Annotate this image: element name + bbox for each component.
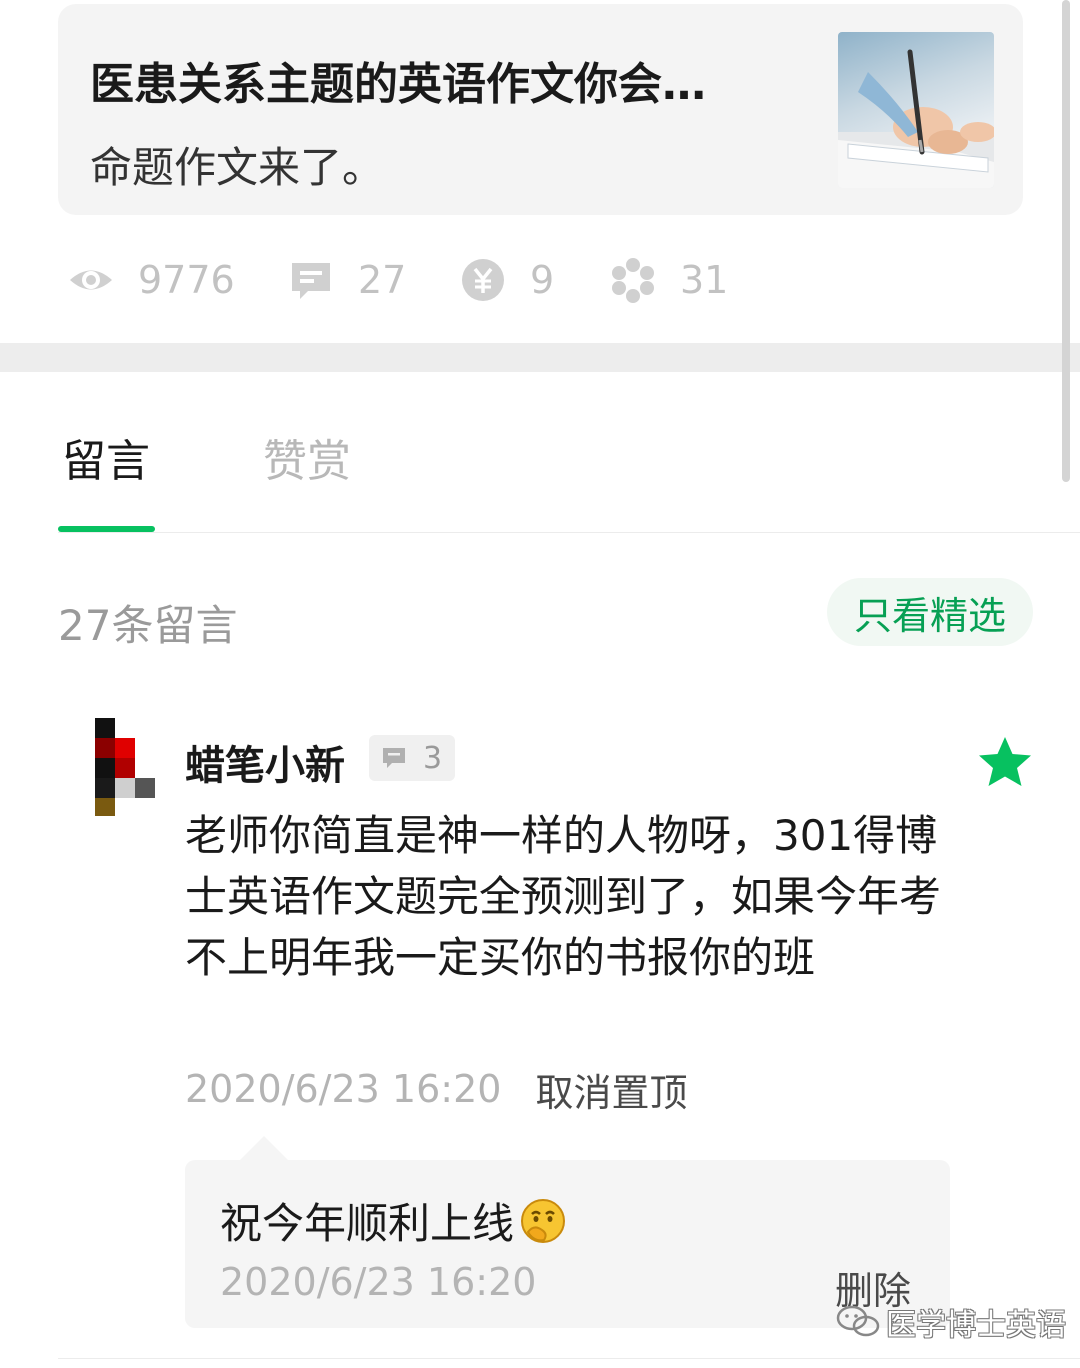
thinking-face-emoji: [521, 1198, 566, 1243]
reply-timestamp: 2020/6/23 16:20: [220, 1260, 537, 1304]
comment-timestamp: 2020/6/23 16:20: [185, 1067, 502, 1111]
comment-count-label: 27条留言: [58, 601, 238, 650]
watermark: 医学博士英语: [836, 1298, 1066, 1346]
tab-rewards[interactable]: 赞赏: [263, 425, 351, 489]
reply-icon: [383, 748, 405, 768]
tab-comments[interactable]: 留言: [62, 425, 150, 489]
section-divider-band: [0, 343, 1080, 372]
views-stat: 9776: [68, 250, 235, 310]
views-count: 9776: [138, 258, 235, 302]
reply-count-badge[interactable]: 3: [369, 735, 455, 781]
yuan-coin-icon: [462, 259, 504, 301]
article-thumbnail: [838, 32, 994, 188]
reply-bubble-pointer: [240, 1136, 288, 1160]
article-subtitle: 命题作文来了。: [90, 143, 385, 192]
star-icon[interactable]: [976, 734, 1034, 792]
comments-count: 27: [358, 258, 407, 302]
rewards-count: 9: [530, 258, 555, 302]
article-card[interactable]: 医患关系主题的英语作文你会… 命题作文来了。: [58, 4, 1023, 215]
comment-meta: 2020/6/23 16:20 取消置顶: [185, 1062, 687, 1117]
watermark-text: 医学博士英语: [886, 1308, 1066, 1343]
likes-stat[interactable]: 31: [610, 250, 728, 310]
flower-wow-icon: [612, 258, 654, 303]
avatar[interactable]: [95, 718, 155, 816]
rewards-stat[interactable]: 9: [460, 250, 554, 310]
eye-icon: [70, 270, 112, 290]
wechat-icon: [836, 1305, 880, 1337]
featured-only-button[interactable]: 只看精选: [827, 578, 1033, 646]
reply-text-row: 祝今年顺利上线: [220, 1190, 568, 1251]
reply-count: 3: [423, 740, 443, 776]
comment-icon: [292, 263, 330, 299]
likes-count: 31: [680, 258, 729, 302]
scrollbar[interactable]: [1062, 0, 1070, 482]
unpin-button[interactable]: 取消置顶: [535, 1062, 687, 1117]
comments-stat[interactable]: 27: [288, 250, 406, 310]
comment-text: 老师你简直是神一样的人物呀，301得博士英语作文题完全预测到了，如果今年考不上明…: [185, 811, 942, 982]
article-stats: 9776 27 9 31: [68, 250, 968, 310]
comment-username[interactable]: 蜡笔小新: [185, 733, 345, 791]
article-title: 医患关系主题的英语作文你会…: [90, 59, 706, 110]
reply-text: 祝今年顺利上线: [220, 1199, 515, 1248]
bottom-divider: [58, 1358, 1080, 1359]
tab-divider: [58, 532, 1080, 533]
